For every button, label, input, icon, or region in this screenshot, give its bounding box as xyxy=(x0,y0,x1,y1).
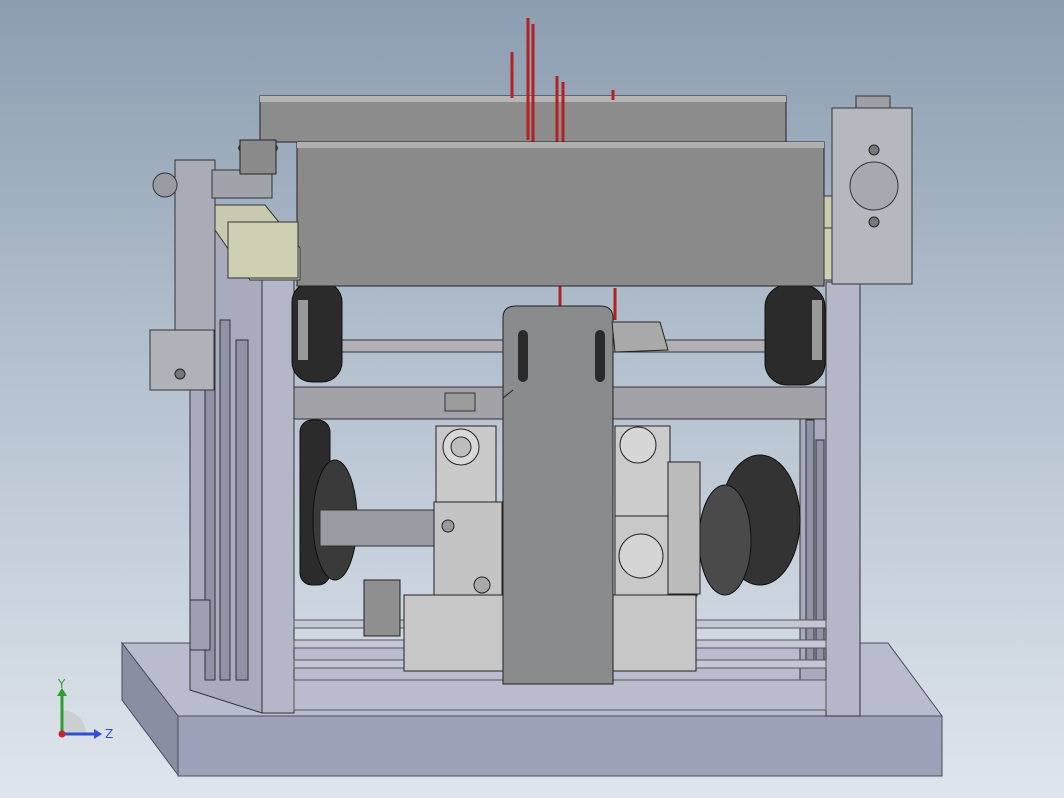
shaft-clamp xyxy=(444,392,476,412)
bearing-block-right xyxy=(614,425,701,597)
center-bracket xyxy=(502,305,614,685)
machine-assembly-model xyxy=(120,18,943,777)
upper-roller-right xyxy=(764,284,826,386)
cad-viewport[interactable]: Y Z xyxy=(0,0,1064,798)
upper-roller-left xyxy=(291,281,343,383)
lower-shaft xyxy=(319,509,451,547)
slide-rail xyxy=(363,579,401,637)
y-axis-label: Y xyxy=(57,677,66,691)
lower-roller-left xyxy=(299,419,358,586)
orientation-triad: Y Z xyxy=(57,677,113,741)
z-axis-label: Z xyxy=(105,727,113,741)
triad-plane xyxy=(62,710,86,734)
bearing-block-left xyxy=(433,425,503,597)
front-housing xyxy=(296,141,825,287)
z-axis-arrowhead xyxy=(94,729,102,739)
lower-roller-right xyxy=(698,454,801,596)
left-clamp-blocks xyxy=(214,204,301,281)
x-axis-indicator xyxy=(58,730,66,738)
right-motor-box xyxy=(831,95,913,285)
small-lever xyxy=(611,321,669,353)
rear-housing xyxy=(259,95,787,143)
